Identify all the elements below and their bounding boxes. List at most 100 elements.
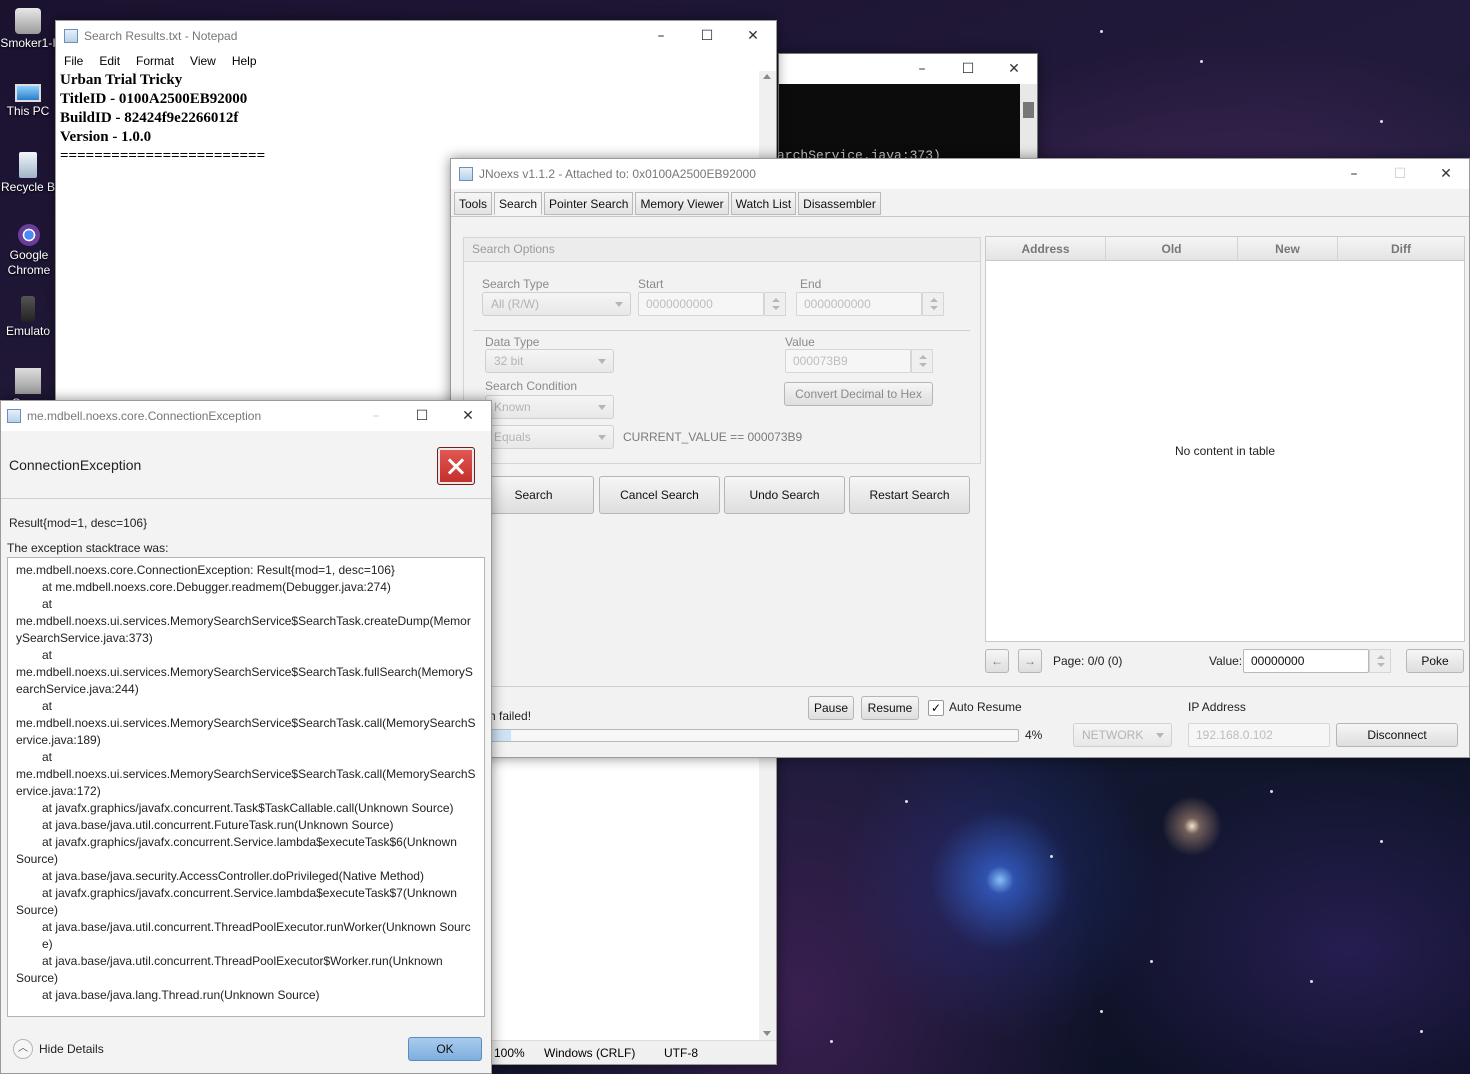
stacktrace-line: at (42, 750, 53, 764)
stacktrace-line: at java.base/java.util.concurrent.Future… (42, 818, 394, 832)
cancel-search-button[interactable]: Cancel Search (599, 476, 720, 514)
minimize-button[interactable]: – (1331, 159, 1377, 189)
exception-dialog[interactable]: me.mdbell.noexs.core.ConnectionException… (0, 400, 492, 1074)
close-button[interactable]: ✕ (730, 21, 776, 51)
scrollbar-thumb[interactable] (1023, 102, 1034, 118)
minimize-button[interactable]: – (353, 401, 399, 431)
console-titlebar[interactable]: – ☐ ✕ (779, 54, 1037, 84)
pause-button[interactable]: Pause (808, 696, 854, 720)
close-button[interactable]: ✕ (1423, 159, 1469, 189)
star (1100, 1010, 1103, 1013)
column-header-old[interactable]: Old (1106, 237, 1238, 260)
error-icon (437, 447, 475, 485)
search-type-value: All (R/W) (491, 297, 539, 311)
desktop-icon-this-pc[interactable]: This PC (0, 80, 56, 118)
poke-value-spinner[interactable] (1369, 649, 1391, 673)
desktop-icon-smoker[interactable]: Smoker1-I (0, 8, 56, 50)
stacktrace-line: Source) (16, 971, 59, 985)
maximize-button[interactable]: ☐ (399, 401, 445, 431)
ip-address-field[interactable]: 192.168.0.102 (1188, 723, 1330, 747)
tab-memory-viewer[interactable]: Memory Viewer (635, 192, 729, 215)
results-table[interactable]: Address Old New Diff No content in table (985, 236, 1465, 642)
dialog-titlebar[interactable]: me.mdbell.noexs.core.ConnectionException… (1, 401, 491, 431)
star (1380, 120, 1383, 123)
convert-decimal-to-hex-button[interactable]: Convert Decimal to Hex (784, 382, 933, 406)
menu-file[interactable]: File (60, 54, 87, 68)
tab-tools[interactable]: Tools (454, 192, 493, 215)
minimize-button[interactable]: – (638, 21, 684, 51)
end-spinner[interactable] (922, 292, 944, 316)
undo-search-button[interactable]: Undo Search (724, 476, 845, 514)
column-header-address[interactable]: Address (986, 237, 1106, 260)
desktop-icon-recycle-bin[interactable]: Recycle B (0, 152, 56, 194)
maximize-button[interactable]: ☐ (945, 54, 991, 84)
poke-button[interactable]: Poke (1406, 649, 1464, 673)
end-address-field[interactable]: 0000000000 (796, 292, 922, 316)
notepad-icon (64, 29, 78, 43)
menu-view[interactable]: View (186, 54, 220, 68)
resume-button[interactable]: Resume (861, 696, 919, 720)
star (1310, 980, 1313, 983)
data-type-value: 32 bit (494, 354, 524, 368)
search-condition-select[interactable]: Known (485, 395, 614, 419)
star (1100, 30, 1103, 33)
value-spinner[interactable] (911, 349, 933, 373)
minimize-button[interactable]: – (899, 54, 945, 84)
menu-bar: File Edit Format View Help (56, 51, 776, 71)
empty-table-message: No content in table (1174, 444, 1276, 458)
operator-select[interactable]: Equals (485, 425, 614, 449)
next-page-button[interactable]: → (1018, 649, 1042, 673)
poke-value-field[interactable]: 00000000 (1243, 649, 1369, 673)
prev-page-button[interactable]: ← (985, 649, 1009, 673)
start-spinner[interactable] (764, 292, 786, 316)
auto-resume-checkbox[interactable]: ✓ (928, 700, 944, 716)
console-window[interactable]: – ☐ ✕ archService.java:373) (777, 53, 1038, 163)
chrome-icon (18, 224, 40, 246)
start-address-field[interactable]: 0000000000 (638, 292, 764, 316)
maximize-button[interactable]: ☐ (684, 21, 730, 51)
column-header-diff[interactable]: Diff (1338, 237, 1464, 260)
computer-icon (15, 84, 41, 102)
hide-details-toggle[interactable]: ︿ Hide Details (13, 1039, 104, 1059)
search-type-select[interactable]: All (R/W) (482, 292, 631, 316)
stacktrace-line: at (42, 699, 53, 713)
console-scrollbar[interactable] (1020, 84, 1037, 162)
tab-pointer-search[interactable]: Pointer Search (544, 192, 634, 215)
jnoexs-titlebar[interactable]: JNoexs v1.1.2 - Attached to: 0x0100A2500… (451, 159, 1469, 189)
close-button[interactable]: ✕ (991, 54, 1037, 84)
maximize-button[interactable]: ☐ (1377, 159, 1423, 189)
java-app-icon (7, 409, 21, 423)
disconnect-button[interactable]: Disconnect (1336, 723, 1458, 747)
desktop-icon-emulator[interactable]: Emulato (0, 296, 56, 338)
folder-icon (15, 8, 41, 34)
value-field[interactable]: 000073B9 (785, 349, 911, 373)
desktop-icon-chrome[interactable]: Google Chrome (0, 224, 58, 278)
stacktrace-text-area[interactable]: me.mdbell.noexs.core.ConnectionException… (7, 557, 485, 1017)
tab-watch-list[interactable]: Watch List (730, 192, 797, 215)
tab-disassembler[interactable]: Disassembler (798, 192, 881, 215)
bottom-divider (451, 686, 1469, 687)
restart-search-button[interactable]: Restart Search (849, 476, 970, 514)
scroll-up-arrow-icon[interactable] (763, 74, 771, 79)
menu-help[interactable]: Help (228, 54, 261, 68)
jnoexs-window[interactable]: JNoexs v1.1.2 - Attached to: 0x0100A2500… (450, 158, 1470, 758)
data-type-label: Data Type (485, 335, 540, 349)
ok-button[interactable]: OK (408, 1037, 482, 1061)
stacktrace-line: me.mdbell.noexs.ui.services.MemorySearch… (16, 665, 473, 696)
search-progress-bar (489, 729, 1019, 742)
connection-type-select[interactable]: NETWORK (1073, 723, 1172, 747)
data-type-select[interactable]: 32 bit (485, 349, 614, 373)
scroll-down-arrow-icon[interactable] (763, 1031, 771, 1036)
notepad-titlebar[interactable]: Search Results.txt - Notepad – ☐ ✕ (56, 21, 776, 51)
desktop-icon-label: Google Chrome (7, 248, 51, 277)
search-condition-label: Search Condition (485, 379, 578, 393)
notepad-text-area[interactable]: Urban Trial Tricky TitleID - 0100A2500EB… (60, 71, 265, 166)
column-header-new[interactable]: New (1238, 237, 1338, 260)
condition-text: CURRENT_VALUE == 000073B9 (623, 430, 803, 444)
menu-format[interactable]: Format (132, 54, 178, 68)
close-button[interactable]: ✕ (445, 401, 491, 431)
stacktrace-line: at java.base/java.security.AccessControl… (42, 869, 424, 883)
tab-search[interactable]: Search (494, 192, 543, 215)
menu-edit[interactable]: Edit (95, 54, 124, 68)
chevron-down-icon (1156, 733, 1164, 738)
